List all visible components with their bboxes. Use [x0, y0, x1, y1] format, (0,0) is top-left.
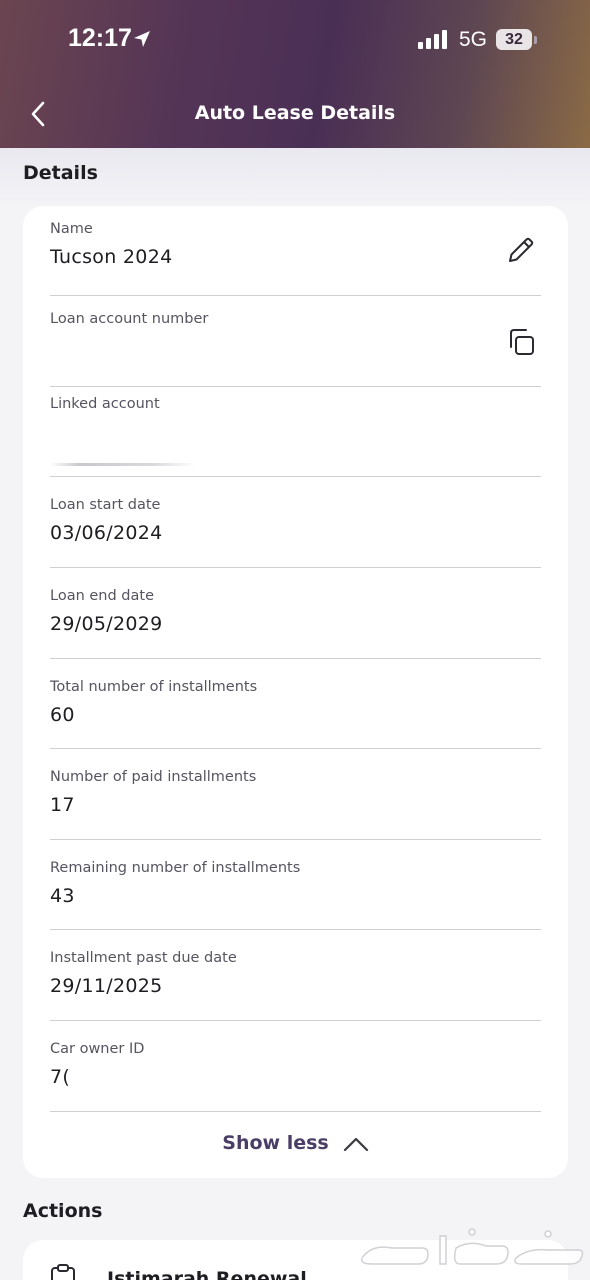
detail-row-car-owner-id: Car owner ID 7(: [50, 1021, 541, 1112]
details-card: Name Tucson 2024 Loan account number Lin…: [23, 206, 568, 1178]
car-owner-id-label: Car owner ID: [50, 1041, 145, 1057]
copy-icon[interactable]: [505, 326, 537, 358]
loan-start-date-label: Loan start date: [50, 497, 161, 513]
show-less-label: Show less: [222, 1132, 329, 1154]
action-item-label: Istimarah Renewal: [107, 1268, 307, 1280]
chevron-up-icon: [343, 1137, 368, 1151]
detail-row-name: Name Tucson 2024: [50, 206, 541, 296]
linked-account-label: Linked account: [50, 396, 160, 412]
detail-row-loan-account-number: Loan account number: [50, 296, 541, 387]
details-section-title: Details: [23, 162, 98, 184]
status-bar: 12:17 5G 32: [0, 0, 590, 80]
battery-tip: [534, 36, 537, 44]
redacted-account-value: [50, 463, 196, 466]
past-due-date-value: 29/11/2025: [50, 975, 163, 997]
detail-row-loan-end-date: Loan end date 29/05/2029: [50, 568, 541, 659]
past-due-date-label: Installment past due date: [50, 950, 237, 966]
loan-end-date-label: Loan end date: [50, 588, 154, 604]
location-arrow-icon: [134, 31, 150, 47]
edit-pencil-icon[interactable]: [505, 234, 537, 266]
name-value: Tucson 2024: [50, 246, 173, 268]
remaining-installments-label: Remaining number of installments: [50, 860, 301, 876]
loan-start-date-value: 03/06/2024: [50, 522, 163, 544]
total-installments-value: 60: [50, 704, 75, 726]
cellular-signal-icon: [418, 30, 447, 49]
loan-end-date-value: 29/05/2029: [50, 613, 163, 635]
show-less-button[interactable]: Show less: [23, 1132, 568, 1154]
paid-installments-value: 17: [50, 794, 75, 816]
network-type: 5G: [459, 28, 488, 51]
detail-row-loan-start-date: Loan start date 03/06/2024: [50, 477, 541, 568]
page-title: Auto Lease Details: [194, 102, 396, 124]
detail-row-total-installments: Total number of installments 60: [50, 659, 541, 749]
battery-indicator: 32: [496, 29, 532, 50]
clipboard-icon: [51, 1264, 75, 1280]
detail-row-paid-installments: Number of paid installments 17: [50, 749, 541, 840]
remaining-installments-value: 43: [50, 885, 75, 907]
car-owner-id-value: 7(: [50, 1066, 71, 1088]
detail-row-past-due-date: Installment past due date 29/11/2025: [50, 930, 541, 1021]
app-header: 12:17 5G 32 Auto Lease Details: [0, 0, 590, 148]
name-label: Name: [50, 221, 93, 237]
actions-section-title: Actions: [23, 1200, 103, 1222]
haraj-watermark-logo: [360, 1228, 584, 1265]
loan-account-number-label: Loan account number: [50, 311, 209, 327]
detail-row-remaining-installments: Remaining number of installments 43: [50, 840, 541, 930]
paid-installments-label: Number of paid installments: [50, 769, 257, 785]
detail-row-linked-account: Linked account: [50, 387, 541, 477]
status-time: 12:17: [68, 24, 132, 52]
total-installments-label: Total number of installments: [50, 679, 258, 695]
